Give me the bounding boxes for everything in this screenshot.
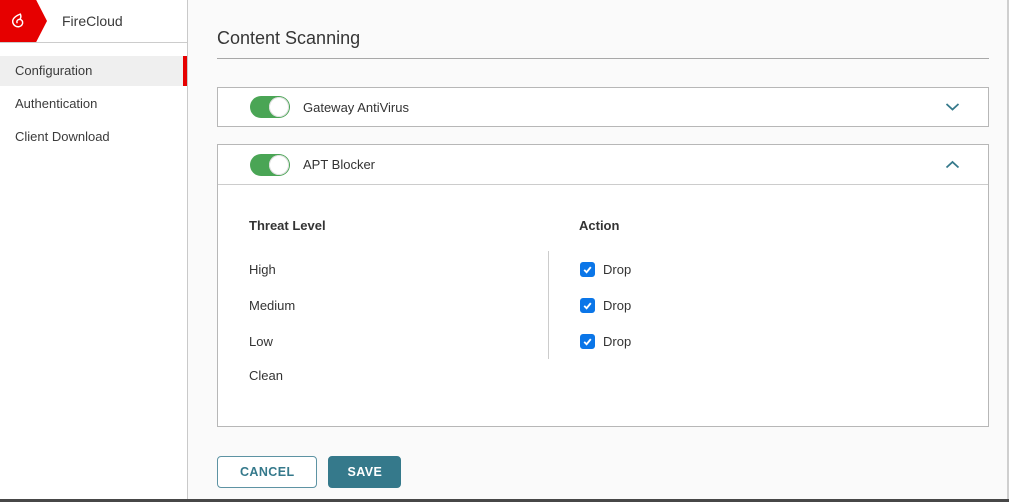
chevron-up-icon[interactable]	[945, 160, 960, 169]
drop-checkbox-high[interactable]	[580, 262, 595, 277]
apt-blocker-toggle[interactable]	[250, 154, 290, 176]
drop-checkbox-label: Drop	[603, 262, 631, 277]
column-header-action: Action	[579, 218, 619, 233]
check-icon	[582, 300, 593, 311]
flame-icon	[0, 10, 29, 32]
threat-level-label: Low	[249, 334, 273, 349]
action-cell: Drop	[580, 334, 631, 349]
table-row-high: High Drop	[218, 255, 988, 283]
main-content: Content Scanning Gateway AntiVirus APT B…	[188, 0, 1009, 502]
panel-apt-blocker: APT Blocker Threat Level Action High	[217, 144, 989, 427]
threat-level-label: Clean	[249, 368, 283, 383]
drop-checkbox-label: Drop	[603, 298, 631, 313]
drop-checkbox-label: Drop	[603, 334, 631, 349]
action-cell: Drop	[580, 298, 631, 313]
check-icon	[582, 264, 593, 275]
brand-banner	[0, 0, 47, 42]
action-cell: Drop	[580, 262, 631, 277]
action-buttons: CANCEL SAVE	[217, 456, 1009, 488]
sidebar: FireCloud Configuration Authentication C…	[0, 0, 188, 502]
sidebar-header: FireCloud	[0, 0, 187, 43]
sidebar-nav: Configuration Authentication Client Down…	[0, 56, 187, 152]
page-title: Content Scanning	[217, 28, 989, 49]
apt-blocker-settings: Threat Level Action High Drop Medium	[218, 185, 988, 426]
drop-checkbox-medium[interactable]	[580, 298, 595, 313]
panel-gateway-antivirus-label: Gateway AntiVirus	[303, 100, 409, 115]
panel-gateway-antivirus: Gateway AntiVirus	[217, 87, 989, 127]
table-header-row: Threat Level Action	[218, 218, 988, 234]
check-icon	[582, 336, 593, 347]
threat-level-label: Medium	[249, 298, 295, 313]
panel-apt-blocker-label: APT Blocker	[303, 157, 375, 172]
column-header-threat-level: Threat Level	[249, 218, 326, 233]
gateway-antivirus-toggle[interactable]	[250, 96, 290, 118]
sidebar-item-configuration[interactable]: Configuration	[0, 56, 187, 86]
sidebar-item-client-download[interactable]: Client Download	[0, 122, 187, 152]
toggle-knob	[269, 155, 289, 175]
table-row-medium: Medium Drop	[218, 291, 988, 319]
firecloud-window: FireCloud Configuration Authentication C…	[0, 0, 1009, 502]
table-row-low: Low Drop	[218, 327, 988, 355]
table-row-clean: Clean	[218, 361, 988, 389]
threat-level-label: High	[249, 262, 276, 277]
cancel-button[interactable]: CANCEL	[217, 456, 317, 488]
brand-name: FireCloud	[62, 0, 123, 42]
title-block: Content Scanning	[217, 0, 989, 59]
save-button[interactable]: SAVE	[328, 456, 401, 488]
toggle-knob	[269, 97, 289, 117]
sidebar-item-authentication[interactable]: Authentication	[0, 89, 187, 119]
panel-apt-blocker-header[interactable]: APT Blocker	[218, 145, 988, 185]
panel-gateway-antivirus-header[interactable]: Gateway AntiVirus	[218, 88, 988, 126]
chevron-down-icon[interactable]	[945, 103, 960, 112]
drop-checkbox-low[interactable]	[580, 334, 595, 349]
